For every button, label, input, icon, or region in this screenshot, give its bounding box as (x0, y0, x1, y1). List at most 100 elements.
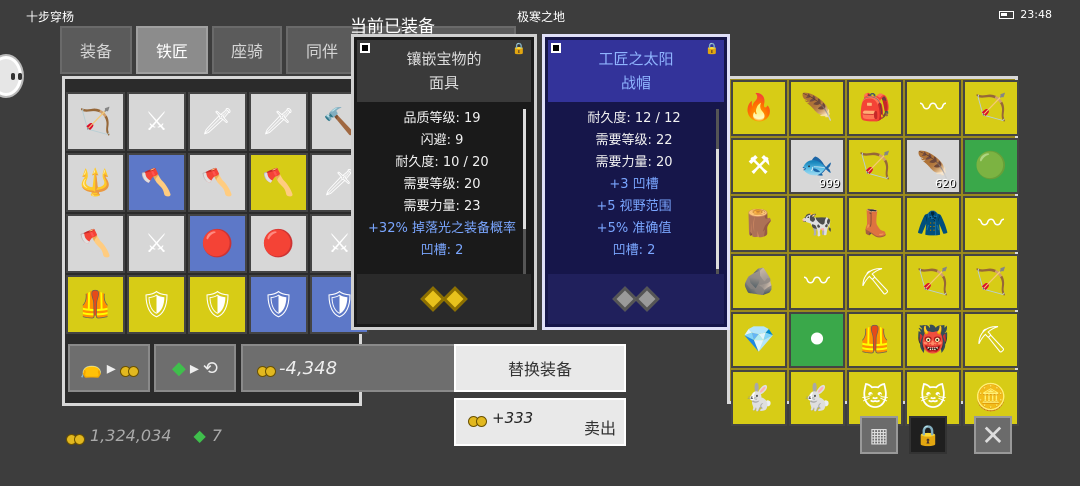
inventory-slot[interactable]: 🪓 (127, 153, 186, 212)
item-icon: 🧥 (916, 209, 950, 239)
item-quantity: 999 (819, 177, 840, 190)
gold-total: 1,324,034 (90, 426, 172, 445)
inventory-slot[interactable]: 🔱 (66, 153, 125, 212)
item-name-line2: 战帽 (620, 74, 651, 92)
inventory-slot[interactable]: 🦺 (847, 312, 903, 368)
inventory-slot[interactable]: 🗡 (249, 92, 308, 151)
inventory-slot[interactable]: 🪶 (789, 80, 845, 136)
inventory-slot[interactable]: 🛡 (188, 275, 247, 334)
arrow-icon: ▸ (189, 357, 199, 379)
inventory-slot[interactable]: 🛡 (249, 275, 308, 334)
item-icon: 🦺 (858, 325, 892, 355)
scrollbar[interactable] (716, 109, 719, 281)
inventory-slot[interactable]: 👢 (847, 196, 903, 252)
bonus-line: +5 视野范围 (596, 199, 672, 214)
inventory-slot[interactable]: 〰 (905, 80, 961, 136)
time-label: 23:48 (1020, 8, 1052, 21)
item-icon: ⚫ (806, 325, 828, 355)
item-icon: 🐇 (742, 383, 776, 413)
inventory-slot[interactable]: 🟢 (963, 138, 1019, 194)
socket-row (357, 274, 531, 324)
inventory-slot[interactable]: 🪶 620 (905, 138, 961, 194)
inventory-slot[interactable]: 🏹 (963, 254, 1019, 310)
inventory-slot[interactable]: 🏹 (66, 92, 125, 151)
inventory-slot[interactable]: 🗡 (188, 92, 247, 151)
inventory-slot[interactable]: 🐄 (789, 196, 845, 252)
inventory-slot[interactable]: ⚒ (731, 138, 787, 194)
inventory-slot[interactable]: 🪓 (188, 153, 247, 212)
item-icon: 🪵 (742, 209, 776, 239)
inventory-slot[interactable]: 🔥 (731, 80, 787, 136)
inventory-slot[interactable]: ⚔ (127, 214, 186, 273)
tab-2[interactable]: 座骑 (212, 26, 282, 74)
item-icon: ⚒ (747, 151, 771, 181)
battery-icon (999, 10, 1015, 19)
inventory-slot[interactable]: 🦺 (66, 275, 125, 334)
item-icon: ⚔ (144, 106, 169, 137)
recipe-gold-button[interactable]: 👝 ▸ (68, 344, 150, 392)
stat-line: 需要力量: 20 (595, 155, 673, 170)
item-icon: 🗡 (200, 106, 235, 137)
item-icon: 💎 (742, 325, 776, 355)
inventory-slot[interactable]: 🐟 999 (789, 138, 845, 194)
inventory-slot[interactable]: ⛏ (847, 254, 903, 310)
inventory-slot[interactable]: 🏹 (847, 138, 903, 194)
sell-amount: +333 (492, 409, 534, 427)
chat-button[interactable] (0, 56, 22, 96)
inventory-slot[interactable]: 〰 (789, 254, 845, 310)
grid-view-button[interactable]: ▦ (860, 416, 898, 454)
inventory-slot[interactable]: 🪨 (731, 254, 787, 310)
equipped-item-card: 🔒 镶嵌宝物的 面具 品质等级: 19 闪避: 9 耐久度: 10 / 20 需… (351, 34, 537, 330)
item-icon: 🐱 (861, 383, 889, 413)
item-icon: 🪙 (974, 383, 1008, 413)
item-icon: 🛡 (139, 289, 174, 320)
inventory-slot[interactable]: 🛡 (127, 275, 186, 334)
lock-button[interactable]: 🔒 (909, 416, 947, 454)
item-quantity: 620 (935, 177, 956, 190)
location-name: 极寒之地 (517, 10, 566, 24)
item-name-line1: 工匠之太阳 (598, 50, 674, 68)
cost-value: -4,348 (279, 357, 338, 379)
bonus-line: +32% 掉落光之装备概率 (368, 221, 516, 236)
item-icon: 🎒 (858, 93, 892, 123)
stat-line: 需要等级: 22 (595, 133, 673, 148)
item-icon: 🔴 (201, 228, 234, 259)
lock-icon: 🔒 (915, 423, 941, 447)
socket-line: 凹槽: 2 (612, 243, 656, 258)
bonus-line: +5% 准确值 (596, 221, 672, 236)
currency-totals: 1,324,034 ◆ 7 (66, 426, 222, 445)
inventory-slot[interactable]: ⚔ (127, 92, 186, 151)
tab-3[interactable]: 同伴 (286, 26, 358, 74)
inventory-slot[interactable]: 🪓 (249, 153, 308, 212)
item-name-line2: 面具 (428, 74, 459, 92)
inventory-slot[interactable]: 🎒 (847, 80, 903, 136)
item-icon: 〰 (977, 209, 1005, 239)
inventory-slot[interactable]: ⛏ (963, 312, 1019, 368)
close-button[interactable]: ✕ (974, 416, 1012, 454)
inventory-slot[interactable]: 🐇 (731, 370, 787, 426)
sell-button[interactable]: +333 卖出 (454, 398, 626, 446)
item-icon: 🏹 (974, 267, 1008, 297)
stat-line: 耐久度: 10 / 20 (395, 155, 489, 170)
replace-equipment-button[interactable]: 替换装备 (454, 344, 626, 392)
tab-0[interactable]: 装备 (60, 26, 132, 74)
item-icon: 🏹 (858, 151, 892, 181)
inventory-slot[interactable]: 🔴 (188, 214, 247, 273)
item-icon: 🛡 (200, 289, 235, 320)
inventory-slot[interactable]: 🪵 (731, 196, 787, 252)
inventory-slot[interactable]: 👹 (905, 312, 961, 368)
inventory-slot[interactable]: 🏹 (963, 80, 1019, 136)
socket-row (548, 274, 724, 324)
recipe-gem-button[interactable]: ◆ ▸ ⟲ (154, 344, 236, 392)
inventory-slot[interactable]: 💎 (731, 312, 787, 368)
inventory-slot[interactable]: 🪓 (66, 214, 125, 273)
inventory-slot[interactable]: ⚫ (789, 312, 845, 368)
inventory-slot[interactable]: 🧥 (905, 196, 961, 252)
scrollbar[interactable] (523, 109, 526, 281)
inventory-slot[interactable]: 🐇 (789, 370, 845, 426)
inventory-slot[interactable]: 🔴 (249, 214, 308, 273)
inventory-slot[interactable]: 〰 (963, 196, 1019, 252)
inventory-slot[interactable]: 🏹 (905, 254, 961, 310)
bonus-line: +3 凹槽 (609, 177, 659, 192)
tab-1[interactable]: 铁匠 (136, 26, 208, 74)
